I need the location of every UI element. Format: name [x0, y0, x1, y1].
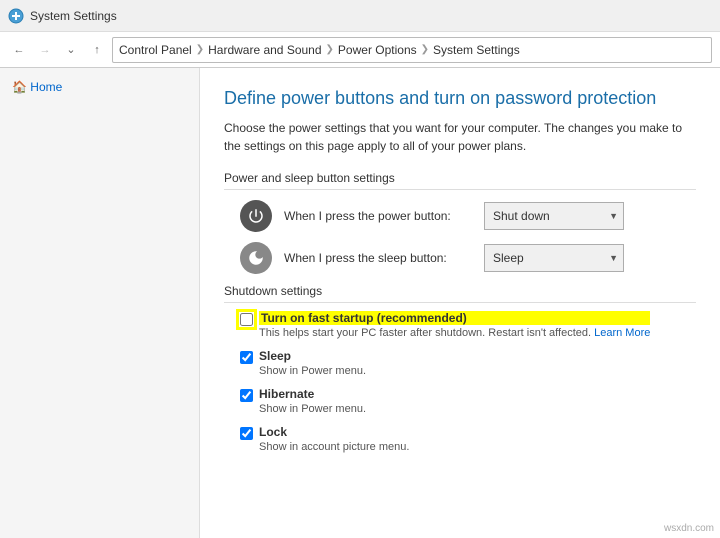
up-button[interactable]: ↑ [86, 39, 108, 61]
fast-startup-row: Turn on fast startup (recommended) This … [224, 311, 696, 339]
dropdown-button[interactable]: ⌄ [60, 39, 82, 61]
fast-startup-checkbox[interactable] [240, 313, 253, 326]
page-title: Define power buttons and turn on passwor… [224, 88, 696, 109]
sleep-row: Sleep Show in Power menu. [224, 349, 696, 377]
lock-container: Lock Show in account picture menu. [240, 425, 409, 453]
hibernate-sublabel: Show in Power menu. [259, 403, 366, 415]
breadcrumb-path: Control Panel ❯ Hardware and Sound ❯ Pow… [112, 37, 712, 63]
main-content: Define power buttons and turn on passwor… [200, 68, 720, 538]
address-bar: ← → ⌄ ↑ Control Panel ❯ Hardware and Sou… [0, 32, 720, 68]
shutdown-section-label: Shutdown settings [224, 284, 696, 303]
breadcrumb-hardware-sound[interactable]: Hardware and Sound [208, 43, 321, 57]
power-button-dropdown[interactable]: Do nothing Sleep Hibernate Shut down Tur… [484, 202, 624, 230]
breadcrumb-control-panel[interactable]: Control Panel [119, 43, 192, 57]
forward-button[interactable]: → [34, 39, 56, 61]
lock-sublabel: Show in account picture menu. [259, 441, 409, 453]
power-sleep-section-label: Power and sleep button settings [224, 171, 696, 190]
lock-row: Lock Show in account picture menu. [224, 425, 696, 453]
sidebar-item-home[interactable]: 🏠 Home [0, 76, 199, 98]
sleep-sublabel: Show in Power menu. [259, 365, 366, 377]
fast-startup-container: Turn on fast startup (recommended) This … [240, 311, 650, 339]
power-button-icon [240, 200, 272, 232]
page-description: Choose the power settings that you want … [224, 119, 696, 155]
watermark: wsxdn.com [664, 523, 714, 534]
sleep-label: Sleep [259, 349, 366, 363]
fast-startup-sublabel: This helps start your PC faster after sh… [259, 327, 650, 339]
sleep-container: Sleep Show in Power menu. [240, 349, 366, 377]
power-button-row: When I press the power button: Do nothin… [224, 200, 696, 232]
sleep-button-dropdown[interactable]: Do nothing Sleep Hibernate Shut down Tur… [484, 244, 624, 272]
window-title: System Settings [30, 9, 117, 23]
back-button[interactable]: ← [8, 39, 30, 61]
sleep-label-group: Sleep Show in Power menu. [259, 349, 366, 377]
learn-more-link[interactable]: Learn More [594, 327, 650, 339]
hibernate-label-group: Hibernate Show in Power menu. [259, 387, 366, 415]
sleep-button-icon [240, 242, 272, 274]
sleep-checkbox[interactable] [240, 351, 253, 364]
power-button-label: When I press the power button: [284, 209, 484, 223]
window-icon [8, 8, 24, 24]
sleep-button-row: When I press the sleep button: Do nothin… [224, 242, 696, 274]
breadcrumb-system-settings: System Settings [433, 43, 520, 57]
hibernate-row: Hibernate Show in Power menu. [224, 387, 696, 415]
fast-startup-label-group: Turn on fast startup (recommended) This … [259, 311, 650, 339]
title-bar: System Settings [0, 0, 720, 32]
power-button-dropdown-wrapper: Do nothing Sleep Hibernate Shut down Tur… [484, 202, 624, 230]
hibernate-checkbox[interactable] [240, 389, 253, 402]
hibernate-label: Hibernate [259, 387, 366, 401]
breadcrumb-power-options[interactable]: Power Options [338, 43, 417, 57]
lock-label: Lock [259, 425, 409, 439]
hibernate-container: Hibernate Show in Power menu. [240, 387, 366, 415]
sidebar: 🏠 Home [0, 68, 200, 538]
lock-label-group: Lock Show in account picture menu. [259, 425, 409, 453]
sleep-button-dropdown-wrapper: Do nothing Sleep Hibernate Shut down Tur… [484, 244, 624, 272]
lock-checkbox[interactable] [240, 427, 253, 440]
main-layout: 🏠 Home Define power buttons and turn on … [0, 68, 720, 538]
fast-startup-label: Turn on fast startup (recommended) [259, 311, 650, 325]
sleep-button-label: When I press the sleep button: [284, 251, 484, 265]
